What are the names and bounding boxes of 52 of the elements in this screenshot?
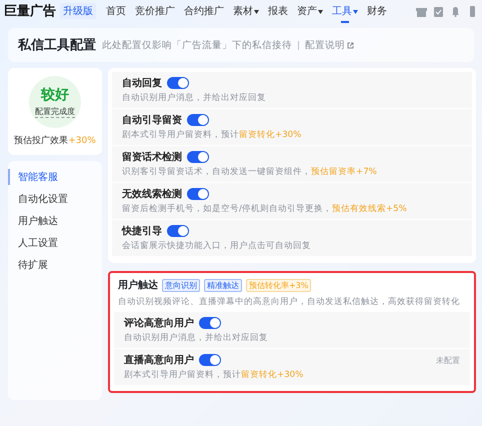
setting-description: 识别客引导留资话术，自动发送一键留资组件，预估留资率+7% (122, 166, 378, 178)
estimate-label: 预估投广效果 (14, 134, 68, 147)
setting-title: 留资话术检测 (122, 150, 182, 164)
setting-title: 快捷引导 (122, 224, 162, 238)
side-menu-item[interactable]: 用户触达 (8, 213, 102, 229)
setting-title: 评论高意向用户 (124, 316, 194, 330)
toggle-switch[interactable] (167, 225, 189, 237)
nav-item[interactable]: 竞价推广 (135, 4, 175, 18)
toggle-switch[interactable] (187, 151, 209, 163)
caret-icon (353, 9, 358, 16)
toggle-switch[interactable] (199, 317, 221, 329)
nav-item[interactable]: 合约推广 (184, 4, 224, 18)
nav-item[interactable]: 财务 (367, 4, 387, 18)
caret-icon (318, 9, 323, 16)
side-menu-item[interactable]: 人工设置 (8, 235, 102, 251)
toggle-switch[interactable] (199, 354, 221, 366)
page-description: 此处配置仅影响「广告流量」下的私信接待 (102, 38, 292, 52)
toggle-switch[interactable] (187, 188, 209, 200)
logo-text[interactable]: 巨量广告 (4, 2, 56, 20)
tag-label: 精准触达 (204, 278, 242, 292)
status-text: 未配置 (436, 354, 460, 366)
tag-label: 预估转化率+3% (246, 278, 312, 292)
setting-description: 剧本式引导用户留资料，预计留资转化+30% (122, 129, 302, 141)
nav-item[interactable]: 报表 (268, 4, 288, 18)
caret-icon (254, 9, 259, 16)
toggle-switch[interactable] (187, 114, 209, 126)
page-title: 私信工具配置 (18, 37, 96, 54)
rating-caption: 配置完成度 (35, 106, 75, 118)
nav-item[interactable]: 素材 (233, 4, 259, 18)
setting-description: 留资后检测手机号，如是空号/停机则自动引导更换，预估有效线索+5% (122, 203, 408, 215)
section-description: 自动识别视频评论、直播弹幕中的高意向用户，自动发送私信触达，高效获得留资转化 (117, 296, 461, 308)
edition-badge: 升级版 (60, 3, 96, 19)
estimate-value: +30% (68, 136, 96, 146)
setting-description: 自动识别用户消息，并给出对应回复 (124, 332, 269, 344)
setting-title: 无效线索检测 (122, 188, 182, 201)
side-menu-item[interactable]: 智能客服 (8, 169, 102, 185)
external-link-icon (347, 42, 354, 48)
rating-text: 较好 (41, 86, 69, 104)
setting-description: 自动识别用户消息，并给出对应回复 (122, 92, 267, 104)
side-menu-item[interactable]: 自动化设置 (8, 191, 102, 207)
nav-item[interactable]: 资产 (297, 4, 323, 18)
clipboard-icon[interactable] (433, 6, 444, 16)
toggle-switch[interactable] (167, 77, 189, 89)
tag-label: 意向识别 (162, 278, 200, 292)
setting-title: 直播高意向用户 (124, 353, 194, 367)
setting-title: 自动引导留资 (122, 114, 182, 127)
setting-title: 自动回复 (122, 76, 162, 90)
setting-description: 剧本式引导用户留资料，预计留资转化+30% (124, 369, 304, 381)
section-title: 用户触达 (118, 278, 158, 292)
setting-description: 会话窗展示快捷功能入口，用户点击可自动回复 (122, 240, 312, 252)
nav-item[interactable]: 首页 (106, 4, 126, 18)
side-menu-item[interactable]: 待扩展 (8, 257, 102, 273)
